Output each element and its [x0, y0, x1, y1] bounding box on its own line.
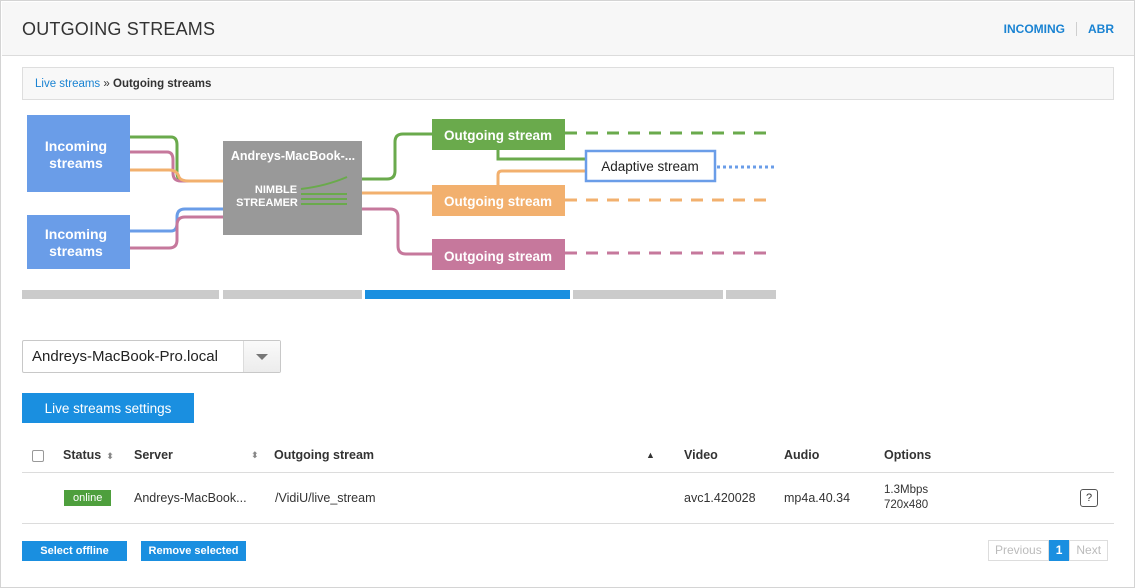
outgoing-1-label: Outgoing stream	[444, 128, 552, 143]
status-header-label: Status	[63, 448, 102, 462]
table-header: Status ⬍ Server ⬍ Outgoing stream ▲ Video…	[22, 439, 1114, 473]
top-bar: OUTGOING STREAMS INCOMING ABR	[2, 2, 1134, 56]
breadcrumb: Live streams » Outgoing streams	[22, 67, 1114, 100]
top-nav: INCOMING ABR	[1004, 22, 1114, 36]
outgoing-2-label: Outgoing stream	[444, 194, 552, 209]
select-offline-button[interactable]: Select offline	[22, 541, 127, 561]
select-all-checkbox[interactable]	[32, 450, 44, 462]
line-out-green	[362, 132, 433, 181]
server-select-toggle[interactable]	[243, 341, 280, 372]
sort-ascending-icon[interactable]: ▲	[646, 450, 655, 460]
abr-link[interactable]: ABR	[1088, 22, 1114, 36]
row-resolution: 720x480	[884, 499, 929, 511]
status-badge: online	[64, 490, 112, 506]
outgoing-stream-column-header[interactable]: Outgoing stream	[274, 448, 374, 462]
help-button[interactable]: ?	[1080, 489, 1098, 507]
outgoing-stream-header-label: Outgoing stream	[274, 448, 375, 462]
progress-segment-5	[726, 290, 776, 299]
nimble-logo-line2: STREAMER	[236, 197, 298, 209]
row-video-codec: avc1.420028	[684, 491, 756, 505]
page-title: OUTGOING STREAMS	[22, 19, 216, 39]
row-stream-name: /VidiU/live_stream	[275, 491, 376, 505]
status-column-header[interactable]: Status ⬍	[63, 448, 114, 462]
streaming-diagram: Incoming streams Incoming streams Andrey…	[22, 115, 776, 299]
chevron-down-icon	[256, 354, 268, 360]
incoming-2-line1: Incoming	[45, 226, 107, 242]
sort-icon: ⬍	[106, 451, 114, 461]
breadcrumb-separator: »	[103, 78, 110, 90]
line-orange-to-adaptive	[496, 169, 585, 185]
incoming-link[interactable]: INCOMING	[1004, 22, 1065, 36]
options-column-header: Options	[884, 448, 932, 462]
nimble-logo-line1: NIMBLE	[255, 184, 297, 196]
server-select[interactable]: Andreys-MacBook-Pro.local	[22, 340, 281, 373]
incoming-2-line2: streams	[49, 243, 103, 259]
previous-page-button[interactable]: Previous	[988, 540, 1049, 561]
progress-segment-1	[22, 290, 219, 299]
row-bitrate: 1.3Mbps	[884, 484, 929, 496]
server-header-label: Server	[134, 448, 173, 462]
sort-icon[interactable]: ⬍	[251, 450, 259, 461]
remove-selected-button[interactable]: Remove selected	[141, 541, 246, 561]
row-server: Andreys-MacBook...	[134, 491, 247, 505]
adaptive-label: Adaptive stream	[601, 159, 699, 174]
table-row: online Andreys-MacBook... /VidiU/live_st…	[22, 473, 1114, 524]
streams-table: Status ⬍ Server ⬍ Outgoing stream ▲ Video…	[22, 439, 1114, 524]
audio-column-header: Audio	[784, 448, 820, 462]
incoming-1-line2: streams	[49, 155, 103, 171]
row-audio-codec: mp4a.40.34	[784, 491, 851, 505]
app-frame: OUTGOING STREAMS INCOMING ABR Live strea…	[0, 0, 1135, 588]
server-box-name: Andreys-MacBook-...	[231, 149, 355, 163]
progress-segment-2	[223, 290, 362, 299]
server-column-header[interactable]: Server	[134, 448, 173, 462]
incoming-1-line1: Incoming	[45, 138, 107, 154]
outgoing-3-label: Outgoing stream	[444, 249, 552, 264]
pagination: Previous 1 Next	[988, 540, 1109, 561]
page-1-button[interactable]: 1	[1048, 540, 1070, 561]
breadcrumb-live-streams[interactable]: Live streams	[35, 78, 100, 90]
breadcrumb-current: Outgoing streams	[113, 78, 212, 90]
next-page-button[interactable]: Next	[1069, 540, 1109, 561]
incoming-box-2	[27, 215, 130, 269]
nav-divider	[1076, 22, 1077, 36]
server-select-value: Andreys-MacBook-Pro.local	[32, 348, 218, 365]
video-column-header: Video	[684, 448, 718, 462]
progress-segment-3	[365, 290, 570, 299]
line-out-pink	[362, 207, 433, 256]
live-streams-settings-button[interactable]: Live streams settings	[22, 393, 194, 423]
progress-segment-4	[573, 290, 723, 299]
line-green-to-adaptive	[496, 149, 585, 161]
line-in1-green	[129, 135, 223, 183]
